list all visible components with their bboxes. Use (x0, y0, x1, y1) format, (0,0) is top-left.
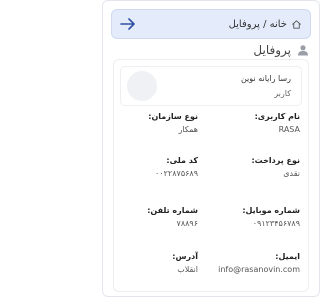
field-mobile: شماره موبایل: ۰۹۱۲۳۴۵۶۷۸۹ (216, 206, 300, 228)
profile-name: رسا رایانه نوین (240, 74, 291, 83)
arrow-right-icon[interactable] (120, 17, 136, 31)
field-value: ۰۰۲۲۸۷۵۶۸۹ (155, 169, 198, 178)
breadcrumb-text[interactable]: خانه / پروفایل (229, 19, 287, 30)
field-label: نوع پرداخت: (251, 156, 300, 165)
field-label: شماره موبایل: (242, 206, 300, 215)
field-label: شماره تلفن: (147, 206, 198, 215)
field-value: انقلاب (177, 265, 198, 274)
avatar (127, 71, 157, 101)
field-label: نوع سازمان: (148, 112, 198, 121)
field-value: RASA (278, 125, 300, 134)
page-title: پروفایل (253, 43, 291, 57)
field-email: ایمیل: info@rasanovin.com (216, 252, 300, 274)
page-title-row: پروفایل (253, 41, 309, 59)
profile-screen: خانه / پروفایل پروفایل رسا رایانه نوین ک… (102, 0, 320, 297)
field-value: ۷۸۸۹۶ (176, 219, 198, 228)
field-username: نام کاربری: RASA (216, 112, 300, 134)
profile-role: کاربر (274, 89, 291, 98)
field-payment-type: نوع پرداخت: نقدی (216, 156, 300, 178)
field-value: info@rasanovin.com (218, 265, 300, 274)
field-phone: شماره تلفن: ۷۸۸۹۶ (114, 206, 198, 228)
profile-header: رسا رایانه نوین کاربر (120, 66, 302, 106)
field-label: ایمیل: (275, 252, 300, 261)
field-national-code: کد ملی: ۰۰۲۲۸۷۵۶۸۹ (114, 156, 198, 178)
profile-card: رسا رایانه نوین کاربر نام کاربری: RASA ن… (113, 59, 309, 292)
field-value: ۰۹۱۲۳۴۵۶۷۸۹ (252, 219, 300, 228)
breadcrumb: خانه / پروفایل (111, 9, 311, 39)
field-value: همکار (178, 125, 198, 134)
field-org-type: نوع سازمان: همکار (114, 112, 198, 134)
field-label: آدرس: (172, 252, 198, 261)
field-label: کد ملی: (166, 156, 198, 165)
user-icon (298, 45, 308, 56)
field-label: نام کاربری: (254, 112, 300, 121)
field-address: آدرس: انقلاب (114, 252, 198, 274)
field-value: نقدی (283, 169, 300, 178)
home-icon[interactable] (291, 19, 302, 30)
